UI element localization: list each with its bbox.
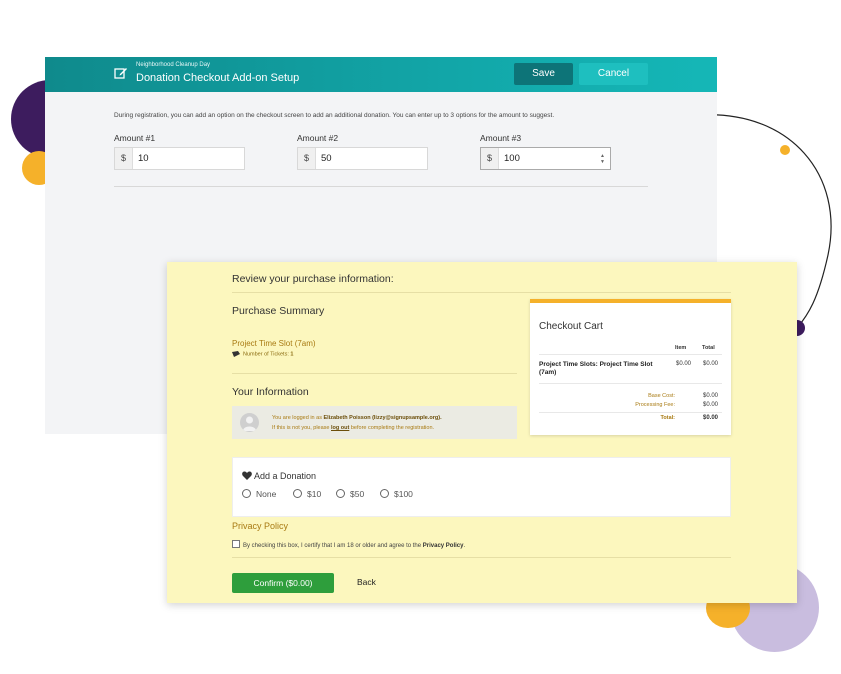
donation-option-10[interactable]: $10 [293, 489, 321, 499]
confirm-button[interactable]: Confirm ($0.00) [232, 573, 334, 593]
privacy-agree-row: By checking this box, I certify that I a… [232, 540, 465, 549]
currency-symbol: $ [115, 148, 133, 169]
edit-icon [114, 68, 127, 79]
currency-symbol: $ [298, 148, 316, 169]
cart-item-price: $0.00 [676, 361, 692, 367]
base-cost-label: Base Cost: [648, 393, 675, 399]
radio-icon [380, 489, 389, 498]
decor-dot-yellow [780, 145, 790, 155]
cart-col-item: Item [675, 345, 687, 351]
amount-3-label: Amount #3 [480, 133, 522, 143]
setup-info-text: During registration, you can add an opti… [114, 112, 555, 119]
amount-3-value: 100 [504, 153, 520, 164]
divider [232, 557, 731, 558]
project-name: Project Time Slot (7am) [232, 339, 316, 348]
ticket-count-label: Number of Tickets: [243, 351, 289, 358]
donation-option-label: None [256, 489, 277, 499]
not-you-suffix: before completing the registration. [350, 425, 435, 431]
ticket-count-value: 1 [290, 351, 294, 358]
divider [232, 373, 517, 374]
amount-1-value: 10 [138, 153, 149, 164]
divider [114, 186, 648, 187]
not-you-text: If this is not you, please log out befor… [272, 425, 434, 431]
add-donation-box: Add a Donation None $10 $50 $100 [232, 457, 731, 517]
amount-1-label: Amount #1 [114, 133, 156, 143]
stepper-icon[interactable]: ▲ ▼ [600, 153, 605, 165]
logged-in-user-box: You are logged in as Elizabeth Poisson (… [232, 406, 517, 439]
cart-item-total: $0.00 [703, 361, 719, 367]
donation-option-label: $50 [350, 489, 365, 499]
donation-option-label: $10 [307, 489, 322, 499]
logged-in-prefix: You are logged in as [272, 415, 322, 421]
amount-3-input[interactable]: $ 100 ▲ ▼ [480, 147, 611, 170]
donation-option-none[interactable]: None [242, 489, 276, 499]
divider [539, 383, 722, 384]
amount-2-input[interactable]: $ 50 [297, 147, 428, 170]
ticket-count: Number of Tickets: 1 [232, 351, 293, 357]
radio-icon [336, 489, 345, 498]
not-you-prefix: If this is not you, please [272, 425, 330, 431]
agree-text: By checking this box, I certify that I a… [243, 543, 422, 549]
amount-2-value: 50 [321, 153, 332, 164]
add-donation-label: Add a Donation [254, 471, 317, 481]
logout-link[interactable]: log out [331, 425, 349, 431]
divider [539, 412, 722, 413]
amount-1-input[interactable]: $ 10 [114, 147, 245, 170]
setup-header: Neighborhood Cleanup Day Donation Checko… [45, 57, 717, 92]
your-information-title: Your Information [232, 386, 309, 398]
save-button[interactable]: Save [514, 63, 573, 85]
cart-title: Checkout Cart [539, 321, 603, 332]
setup-title: Donation Checkout Add-on Setup [136, 72, 300, 84]
user-icon [243, 416, 256, 431]
divider [232, 292, 731, 293]
donation-option-100[interactable]: $100 [380, 489, 413, 499]
divider [539, 354, 722, 355]
user-name: Elizabeth Poisson (lizzy@signupsample.or… [323, 415, 442, 421]
heart-icon [242, 471, 252, 480]
processing-fee-value: $0.00 [703, 402, 719, 408]
currency-symbol: $ [481, 148, 499, 169]
add-donation-title: Add a Donation [242, 471, 316, 481]
radio-icon [293, 489, 302, 498]
amount-2-label: Amount #2 [297, 133, 339, 143]
processing-fee-label: Processing Fee: [635, 402, 675, 408]
review-purchase-panel: Review your purchase information: Purcha… [167, 262, 797, 603]
purchase-summary-title: Purchase Summary [232, 305, 325, 317]
cart-col-total: Total [702, 345, 715, 351]
total-value: $0.00 [703, 415, 719, 421]
privacy-policy-link[interactable]: Privacy Policy [423, 543, 464, 549]
radio-icon [242, 489, 251, 498]
base-cost-value: $0.00 [703, 393, 719, 399]
cancel-button[interactable]: Cancel [579, 63, 648, 85]
logged-in-text: You are logged in as Elizabeth Poisson (… [272, 415, 442, 421]
ticket-icon [232, 351, 240, 357]
donation-option-label: $100 [394, 489, 413, 499]
setup-subtitle: Neighborhood Cleanup Day [136, 62, 211, 68]
privacy-policy-title: Privacy Policy [232, 521, 289, 531]
total-label: Total: [660, 415, 675, 421]
back-button[interactable]: Back [357, 577, 376, 587]
checkout-cart: Checkout Cart Item Total Project Time Sl… [530, 299, 731, 435]
avatar [240, 413, 259, 432]
donation-option-50[interactable]: $50 [336, 489, 364, 499]
review-title: Review your purchase information: [232, 273, 394, 285]
agree-checkbox[interactable] [232, 540, 240, 548]
cart-item-name: Project Time Slots: Project Time Slot (7… [539, 361, 653, 376]
